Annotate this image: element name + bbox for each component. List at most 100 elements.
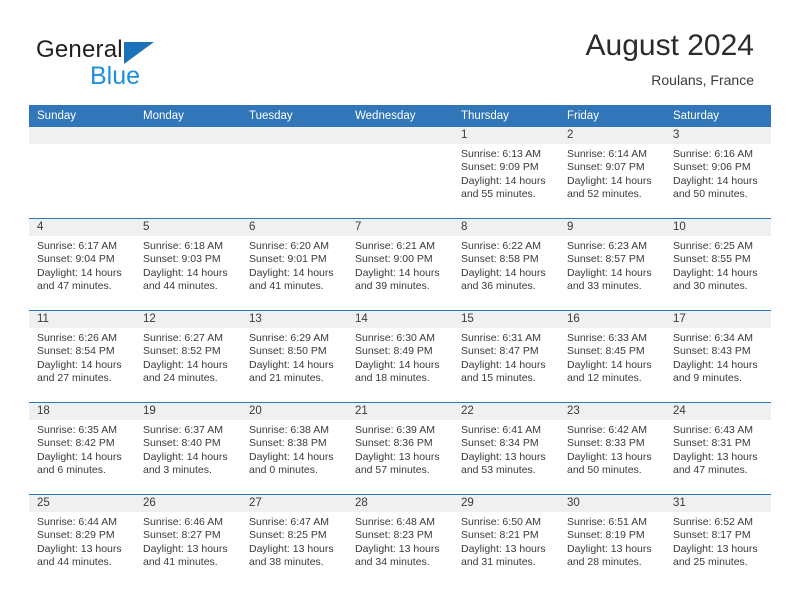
sunset-text: Sunset: 9:03 PM [143, 253, 221, 266]
day-cell-inner: 5 Sunrise: 6:18 AM Sunset: 9:03 PM Dayli… [135, 219, 241, 310]
day-cell-inner: 28 Sunrise: 6:48 AM Sunset: 8:23 PM Dayl… [347, 495, 453, 586]
day-cell[interactable]: 10 Sunrise: 6:25 AM Sunset: 8:55 PM Dayl… [665, 218, 771, 311]
daylight-text-line1: Daylight: 13 hours [461, 450, 546, 463]
day-cell[interactable]: 2 Sunrise: 6:14 AM Sunset: 9:07 PM Dayli… [559, 127, 665, 219]
day-detail: Sunrise: 6:21 AM Sunset: 9:00 PM Dayligh… [347, 236, 453, 294]
day-cell[interactable]: 17 Sunrise: 6:34 AM Sunset: 8:43 PM Dayl… [665, 310, 771, 403]
day-number: 23 [559, 403, 665, 420]
day-cell-inner: 9 Sunrise: 6:23 AM Sunset: 8:57 PM Dayli… [559, 219, 665, 310]
brand-logo[interactable]: General Blue [36, 36, 236, 92]
day-cell[interactable]: 8 Sunrise: 6:22 AM Sunset: 8:58 PM Dayli… [453, 218, 559, 311]
day-detail: Sunrise: 6:51 AM Sunset: 8:19 PM Dayligh… [559, 512, 665, 570]
day-cell[interactable]: 9 Sunrise: 6:23 AM Sunset: 8:57 PM Dayli… [559, 218, 665, 311]
sunset-text: Sunset: 8:27 PM [143, 529, 221, 542]
day-detail: Sunrise: 6:31 AM Sunset: 8:47 PM Dayligh… [453, 328, 559, 386]
day-cell[interactable]: 31 Sunrise: 6:52 AM Sunset: 8:17 PM Dayl… [665, 494, 771, 586]
day-cell[interactable]: 7 Sunrise: 6:21 AM Sunset: 9:00 PM Dayli… [347, 218, 453, 311]
daylight-text-line2: and 9 minutes. [673, 372, 742, 385]
day-number: 21 [347, 403, 453, 420]
day-cell[interactable] [347, 127, 453, 219]
sunrise-text: Sunrise: 6:46 AM [143, 516, 223, 528]
sunset-text: Sunset: 8:57 PM [567, 253, 645, 266]
daylight-text-line2: and 41 minutes. [143, 556, 218, 569]
day-detail: Sunrise: 6:37 AM Sunset: 8:40 PM Dayligh… [135, 420, 241, 478]
day-cell[interactable]: 11 Sunrise: 6:26 AM Sunset: 8:54 PM Dayl… [29, 310, 135, 403]
day-cell[interactable]: 6 Sunrise: 6:20 AM Sunset: 9:01 PM Dayli… [241, 218, 347, 311]
day-cell[interactable]: 12 Sunrise: 6:27 AM Sunset: 8:52 PM Dayl… [135, 310, 241, 403]
day-cell[interactable]: 5 Sunrise: 6:18 AM Sunset: 9:03 PM Dayli… [135, 218, 241, 311]
day-cell[interactable]: 16 Sunrise: 6:33 AM Sunset: 8:45 PM Dayl… [559, 310, 665, 403]
daylight-text-line1: Daylight: 14 hours [249, 358, 334, 371]
day-number: 28 [347, 495, 453, 512]
day-cell[interactable]: 19 Sunrise: 6:37 AM Sunset: 8:40 PM Dayl… [135, 402, 241, 495]
sunrise-text: Sunrise: 6:37 AM [143, 424, 223, 436]
sunrise-text: Sunrise: 6:35 AM [37, 424, 117, 436]
day-cell[interactable]: 20 Sunrise: 6:38 AM Sunset: 8:38 PM Dayl… [241, 402, 347, 495]
daylight-text-line1: Daylight: 14 hours [37, 358, 122, 371]
daylight-text-line2: and 24 minutes. [143, 372, 218, 385]
day-detail: Sunrise: 6:22 AM Sunset: 8:58 PM Dayligh… [453, 236, 559, 294]
daylight-text-line2: and 15 minutes. [461, 372, 536, 385]
day-cell-inner: 2 Sunrise: 6:14 AM Sunset: 9:07 PM Dayli… [559, 127, 665, 218]
day-cell[interactable]: 4 Sunrise: 6:17 AM Sunset: 9:04 PM Dayli… [29, 218, 135, 311]
day-cell[interactable]: 29 Sunrise: 6:50 AM Sunset: 8:21 PM Dayl… [453, 494, 559, 586]
day-cell[interactable]: 28 Sunrise: 6:48 AM Sunset: 8:23 PM Dayl… [347, 494, 453, 586]
day-cell[interactable]: 3 Sunrise: 6:16 AM Sunset: 9:06 PM Dayli… [665, 127, 771, 219]
sunset-text: Sunset: 8:50 PM [249, 345, 327, 358]
day-cell[interactable]: 26 Sunrise: 6:46 AM Sunset: 8:27 PM Dayl… [135, 494, 241, 586]
day-cell-inner: 15 Sunrise: 6:31 AM Sunset: 8:47 PM Dayl… [453, 311, 559, 402]
daylight-text-line2: and 38 minutes. [249, 556, 324, 569]
sunset-text: Sunset: 9:01 PM [249, 253, 327, 266]
weekday-header-friday: Friday [559, 105, 665, 127]
sunrise-text: Sunrise: 6:13 AM [461, 148, 541, 160]
daylight-text-line2: and 47 minutes. [673, 464, 748, 477]
day-cell[interactable]: 15 Sunrise: 6:31 AM Sunset: 8:47 PM Dayl… [453, 310, 559, 403]
day-cell[interactable]: 14 Sunrise: 6:30 AM Sunset: 8:49 PM Dayl… [347, 310, 453, 403]
day-cell-inner: 12 Sunrise: 6:27 AM Sunset: 8:52 PM Dayl… [135, 311, 241, 402]
daylight-text-line2: and 44 minutes. [143, 280, 218, 293]
day-cell[interactable]: 23 Sunrise: 6:42 AM Sunset: 8:33 PM Dayl… [559, 402, 665, 495]
day-cell-inner [135, 127, 241, 218]
day-detail: Sunrise: 6:43 AM Sunset: 8:31 PM Dayligh… [665, 420, 771, 478]
day-cell-inner: 30 Sunrise: 6:51 AM Sunset: 8:19 PM Dayl… [559, 495, 665, 586]
daylight-text-line1: Daylight: 13 hours [673, 542, 758, 555]
day-cell[interactable] [29, 127, 135, 219]
day-cell[interactable]: 1 Sunrise: 6:13 AM Sunset: 9:09 PM Dayli… [453, 127, 559, 219]
sunrise-text: Sunrise: 6:38 AM [249, 424, 329, 436]
day-cell-inner: 23 Sunrise: 6:42 AM Sunset: 8:33 PM Dayl… [559, 403, 665, 494]
weekday-header-sunday: Sunday [29, 105, 135, 127]
sunset-text: Sunset: 8:47 PM [461, 345, 539, 358]
day-cell[interactable]: 27 Sunrise: 6:47 AM Sunset: 8:25 PM Dayl… [241, 494, 347, 586]
day-cell-inner: 26 Sunrise: 6:46 AM Sunset: 8:27 PM Dayl… [135, 495, 241, 586]
day-detail: Sunrise: 6:44 AM Sunset: 8:29 PM Dayligh… [29, 512, 135, 570]
day-cell[interactable]: 13 Sunrise: 6:29 AM Sunset: 8:50 PM Dayl… [241, 310, 347, 403]
calendar-header-row: Sunday Monday Tuesday Wednesday Thursday… [29, 105, 771, 127]
day-cell-inner: 7 Sunrise: 6:21 AM Sunset: 9:00 PM Dayli… [347, 219, 453, 310]
day-cell-inner: 20 Sunrise: 6:38 AM Sunset: 8:38 PM Dayl… [241, 403, 347, 494]
day-cell-inner: 31 Sunrise: 6:52 AM Sunset: 8:17 PM Dayl… [665, 495, 771, 586]
sunset-text: Sunset: 8:29 PM [37, 529, 115, 542]
day-number [241, 127, 347, 144]
day-number: 7 [347, 219, 453, 236]
sunrise-text: Sunrise: 6:34 AM [673, 332, 753, 344]
day-cell[interactable]: 24 Sunrise: 6:43 AM Sunset: 8:31 PM Dayl… [665, 402, 771, 495]
daylight-text-line2: and 28 minutes. [567, 556, 642, 569]
day-detail: Sunrise: 6:35 AM Sunset: 8:42 PM Dayligh… [29, 420, 135, 478]
day-cell[interactable]: 21 Sunrise: 6:39 AM Sunset: 8:36 PM Dayl… [347, 402, 453, 495]
day-number [135, 127, 241, 144]
daylight-text-line2: and 27 minutes. [37, 372, 112, 385]
daylight-text-line1: Daylight: 13 hours [567, 450, 652, 463]
day-cell[interactable] [135, 127, 241, 219]
day-number: 13 [241, 311, 347, 328]
day-cell-inner: 18 Sunrise: 6:35 AM Sunset: 8:42 PM Dayl… [29, 403, 135, 494]
day-cell[interactable]: 18 Sunrise: 6:35 AM Sunset: 8:42 PM Dayl… [29, 402, 135, 495]
day-cell[interactable]: 22 Sunrise: 6:41 AM Sunset: 8:34 PM Dayl… [453, 402, 559, 495]
day-cell[interactable]: 30 Sunrise: 6:51 AM Sunset: 8:19 PM Dayl… [559, 494, 665, 586]
sunset-text: Sunset: 8:54 PM [37, 345, 115, 358]
sunrise-text: Sunrise: 6:25 AM [673, 240, 753, 252]
day-cell-inner: 17 Sunrise: 6:34 AM Sunset: 8:43 PM Dayl… [665, 311, 771, 402]
day-detail: Sunrise: 6:27 AM Sunset: 8:52 PM Dayligh… [135, 328, 241, 386]
day-cell[interactable]: 25 Sunrise: 6:44 AM Sunset: 8:29 PM Dayl… [29, 494, 135, 586]
day-number: 14 [347, 311, 453, 328]
day-cell[interactable] [241, 127, 347, 219]
